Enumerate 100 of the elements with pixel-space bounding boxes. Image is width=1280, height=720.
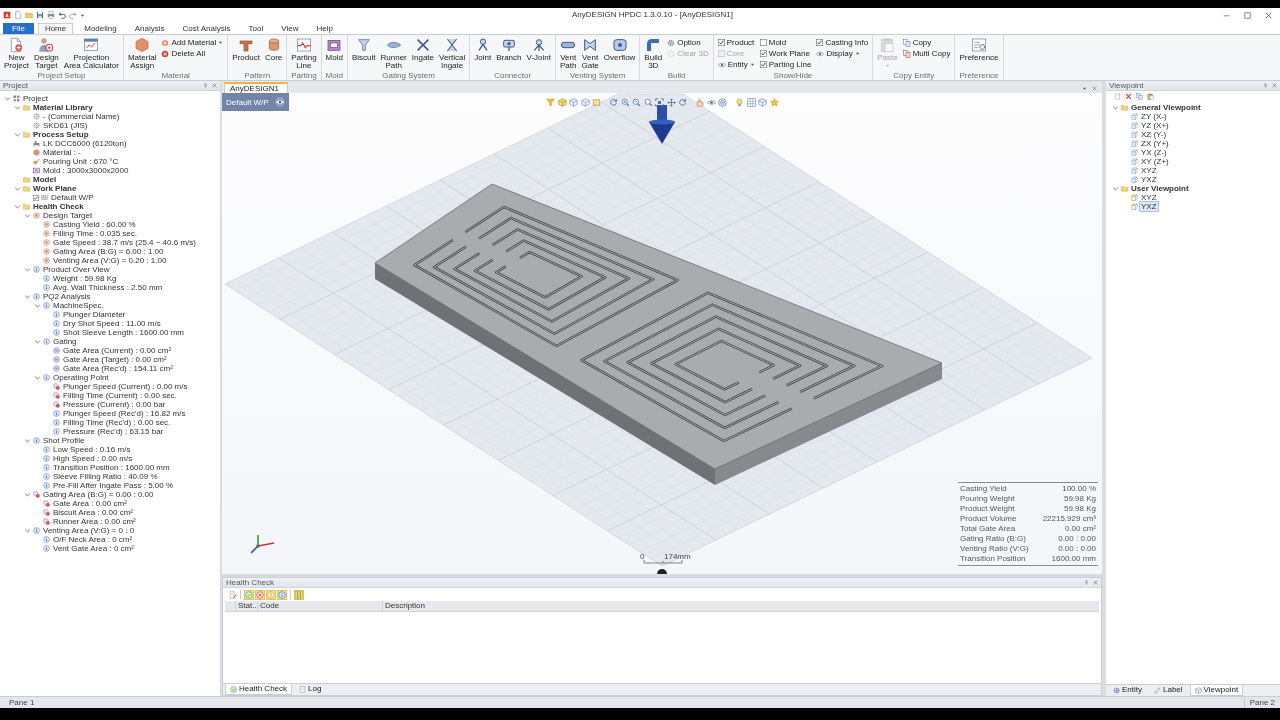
filter-toggle[interactable] xyxy=(277,589,287,600)
checkbox[interactable] xyxy=(759,50,767,57)
ribbon-button[interactable]: Entity xyxy=(715,59,757,70)
file-tab[interactable]: File xyxy=(3,23,34,34)
checkbox[interactable] xyxy=(33,194,39,201)
tree-item[interactable]: Process Setup xyxy=(32,130,90,139)
close-icon[interactable] xyxy=(1265,11,1272,19)
ribbon-button[interactable]: Biscuit xyxy=(349,37,378,62)
ribbon-button[interactable]: Parting Line xyxy=(289,37,319,70)
cube-icon[interactable] xyxy=(557,98,567,107)
tree-item[interactable]: Operating Point xyxy=(52,373,110,382)
chevron-down-icon[interactable] xyxy=(24,293,31,300)
tree-item[interactable]: Weight : 59.98 Kg xyxy=(52,274,118,283)
chevron-down-icon[interactable] xyxy=(34,374,41,381)
tree-item[interactable]: ZY (X-) xyxy=(1140,112,1168,121)
caret-icon[interactable] xyxy=(1082,85,1087,91)
caret-icon[interactable] xyxy=(80,12,85,18)
tree-item[interactable]: Plunger Diameter xyxy=(62,310,127,319)
tree-item[interactable]: MachineSpec. xyxy=(52,301,105,310)
ribbon-button[interactable]: Material Assign xyxy=(125,37,159,70)
checkbox-option[interactable]: Product xyxy=(715,37,757,48)
filter-toggle[interactable] xyxy=(244,589,254,600)
printer-icon[interactable] xyxy=(47,11,55,19)
tree-item[interactable]: Gate Area (Target) : 0.00 cm² xyxy=(62,355,168,364)
rotate-icon[interactable] xyxy=(678,98,687,107)
pin-icon[interactable] xyxy=(1084,580,1089,585)
chevron-down-icon[interactable] xyxy=(24,437,31,444)
tree-item[interactable]: Material Library xyxy=(32,103,94,112)
tree-item[interactable]: Pre-Fill After Ingate Pass : 5.00 % xyxy=(52,481,175,490)
tree-item[interactable]: Runner Area : 0.00 cm² xyxy=(52,517,137,526)
tree-item[interactable]: Filling Time (Rec'd) : 0.00 sec. xyxy=(62,418,172,427)
checkbox-option[interactable]: Mold xyxy=(757,37,814,48)
tree-item[interactable]: XYZ xyxy=(1140,193,1158,202)
chevron-down-icon[interactable] xyxy=(24,212,31,219)
ribbon-button[interactable]: Add Material xyxy=(159,37,226,48)
tree-item[interactable]: Filling Time (Current) : 0.00 sec. xyxy=(62,391,178,400)
close-icon[interactable] xyxy=(1272,83,1277,88)
ribbon-button[interactable]: Copy xyxy=(900,37,953,48)
ribbon-tab[interactable]: Modeling xyxy=(77,23,124,34)
zoom-out-icon[interactable] xyxy=(632,98,641,107)
chevron-down-icon[interactable] xyxy=(1112,104,1119,111)
tree-item[interactable]: YZ (X+) xyxy=(1140,121,1170,130)
funnel-icon[interactable] xyxy=(546,98,555,107)
chevron-down-icon[interactable] xyxy=(14,185,21,192)
ribbon-tab[interactable]: View xyxy=(274,23,306,34)
chevron-down-icon[interactable] xyxy=(24,491,31,498)
cube-icon[interactable] xyxy=(580,98,590,107)
chevron-down-icon[interactable] xyxy=(14,131,21,138)
chevron-down-icon[interactable] xyxy=(14,104,21,111)
tree-item[interactable]: Venting Area (V:G) = 0 : 0 xyxy=(42,526,136,535)
tree-item[interactable]: YX (Z-) xyxy=(1140,148,1168,157)
maximize-icon[interactable] xyxy=(1244,11,1251,19)
chevron-down-icon[interactable] xyxy=(4,95,11,102)
new-document-icon[interactable] xyxy=(14,11,22,19)
tree-item[interactable]: Design Target xyxy=(42,211,94,220)
checkbox[interactable] xyxy=(717,39,725,46)
tree-item[interactable]: Gate Area (Rec'd) : 154.11 cm² xyxy=(62,364,174,373)
tree-item[interactable]: Plunger Speed (Rec'd) : 16.82 m/s xyxy=(62,409,187,418)
column-chooser-button[interactable] xyxy=(294,589,304,600)
ribbon-button[interactable]: Mold xyxy=(323,37,345,62)
tree-item[interactable]: YXZ xyxy=(1140,175,1158,184)
ribbon-button[interactable]: Vent Gate xyxy=(579,37,601,70)
tree-item[interactable]: Gate Speed : 38.7 m/s (25.4 ~ 40.6 m/s) xyxy=(52,238,197,247)
copy-icon[interactable] xyxy=(1136,93,1143,100)
new-page-icon[interactable] xyxy=(1114,93,1121,100)
tree-item[interactable]: Health Check xyxy=(32,202,85,211)
ribbon-button[interactable]: Runner Path xyxy=(378,37,409,70)
ribbon-tab[interactable]: Tool xyxy=(241,23,271,34)
ribbon-button[interactable]: Ingate xyxy=(409,37,436,62)
rotate-icon[interactable] xyxy=(609,98,618,107)
close-icon[interactable] xyxy=(1093,580,1098,585)
tree-item[interactable]: Shot Sleeve Length : 1600.00 mm xyxy=(62,328,185,337)
tree-item[interactable]: LK DCC6000 (6120ton) xyxy=(42,139,128,148)
tree-item[interactable]: SKD61 (JIS) xyxy=(42,121,89,130)
checkbox[interactable] xyxy=(816,39,824,46)
tree-item[interactable]: ZX (Y+) xyxy=(1140,139,1170,148)
tree-item[interactable]: Casting Yield : 60.00 % xyxy=(52,220,137,229)
grid-icon[interactable] xyxy=(746,98,756,107)
ribbon-button[interactable]: Vertical Ingate xyxy=(437,37,468,70)
redo-icon[interactable] xyxy=(69,11,77,19)
tree-item[interactable]: Gating Area (B:G) = 0.00 : 0.00 xyxy=(42,490,155,499)
work-plane-tag[interactable]: Default W/P xyxy=(222,93,289,111)
ribbon-button[interactable]: Design Target xyxy=(31,37,61,70)
tree-item[interactable]: XZ (Y-) xyxy=(1140,130,1168,139)
ribbon-button[interactable]: Build 3D xyxy=(642,37,665,70)
paste-icon[interactable] xyxy=(1147,93,1154,100)
panel-tab[interactable]: Log xyxy=(294,684,327,695)
tree-item[interactable]: Dry Shot Speed : 11.00 m/s xyxy=(62,319,162,328)
chevron-down-icon[interactable] xyxy=(34,338,41,345)
tree-item[interactable]: Pouring Unit : 670 °C xyxy=(42,157,120,166)
fit-view-icon[interactable] xyxy=(655,98,664,107)
pin-icon[interactable] xyxy=(1263,83,1268,88)
ribbon-button[interactable]: Preference xyxy=(957,37,1001,62)
tree-item[interactable]: User Viewpoint xyxy=(1130,184,1190,193)
column-header[interactable]: Code xyxy=(257,601,382,611)
panel-tab[interactable]: Health Check xyxy=(225,684,293,695)
target-icon[interactable] xyxy=(718,98,727,107)
ribbon-button[interactable]: Delete All xyxy=(159,48,226,59)
tree-item[interactable]: Product Over View xyxy=(42,265,111,274)
tree-item[interactable]: O/F Neck Area : 0 cm² xyxy=(52,535,134,544)
